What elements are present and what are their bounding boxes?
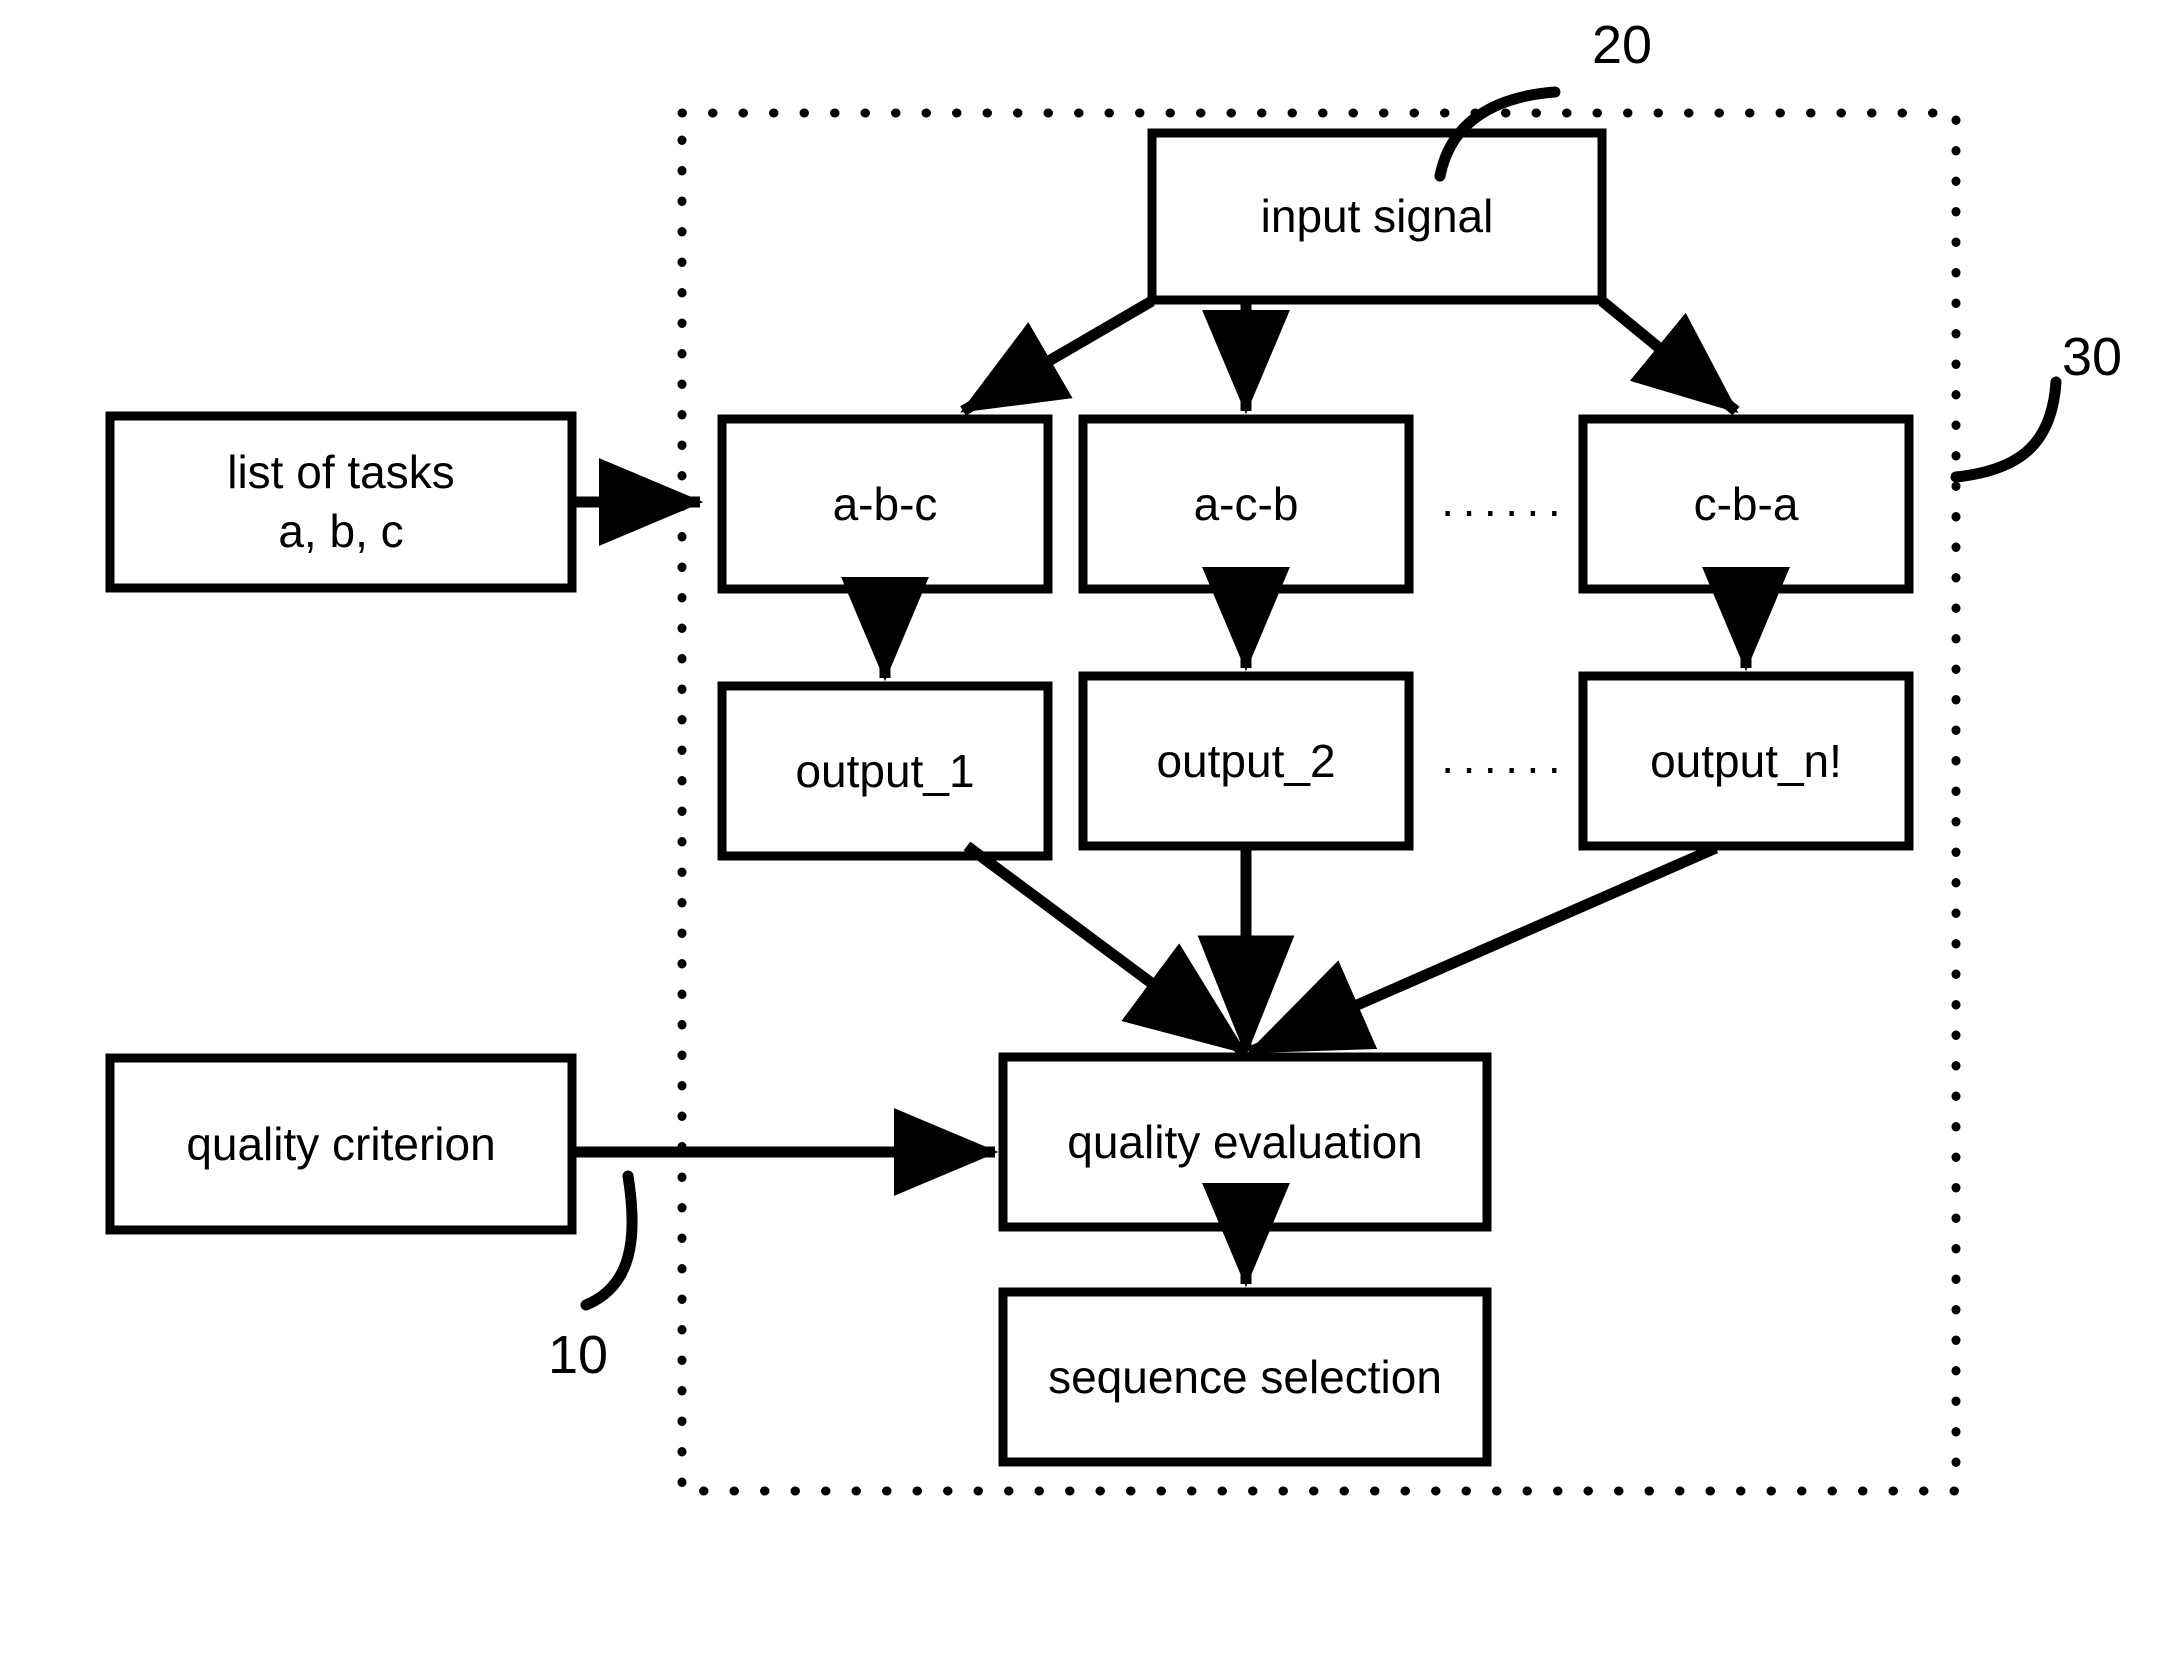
label-quality-evaluation: quality evaluation (1067, 1115, 1423, 1168)
label-output-2: output_2 (1156, 734, 1336, 787)
label-sequence-selection: sequence selection (1048, 1350, 1442, 1403)
ellipsis-outputs: ······ (1440, 741, 1568, 793)
box-quality-evaluation (998, 1052, 1492, 1232)
ellipsis-sequences: ······ (1440, 484, 1568, 536)
leader-line-30 (1950, 376, 2062, 483)
label-sequence-acb: a-c-b (1193, 477, 1299, 530)
leader-line-10 (580, 1170, 638, 1311)
box-quality-criterion (105, 1053, 577, 1235)
diagram-vector-layer (105, 86, 2062, 1496)
label-quality-criterion: quality criterion (186, 1117, 496, 1170)
box-list-of-tasks (105, 411, 577, 593)
label-output-1: output_1 (795, 744, 975, 797)
box-input-signal (1147, 128, 1607, 305)
label-sequence-abc: a-b-c (832, 477, 938, 530)
box-sequence-selection (998, 1287, 1492, 1467)
reference-numeral-20: 20 (1592, 15, 1653, 75)
arrow-output1-to-evaluation (963, 841, 1248, 1056)
label-sequence-cba: c-b-a (1693, 477, 1799, 530)
arrow-outputn-to-evaluation (1246, 842, 1719, 1057)
reference-numeral-30: 30 (2062, 327, 2123, 387)
arrow-input-to-cba (1598, 296, 1740, 416)
label-output-n: output_n! (1650, 734, 1842, 787)
reference-numeral-10: 10 (548, 1325, 609, 1385)
box-sequence-cba (1578, 414, 1914, 594)
figure-canvas: list of tasks a, b, c quality criterion … (0, 0, 2177, 1655)
arrow-input-to-abc (960, 296, 1155, 416)
box-sequence-abc (717, 414, 1053, 594)
label-list-of-tasks: list of tasks a, b, c (227, 446, 455, 557)
leader-line-20 (1434, 86, 1561, 182)
label-input-signal: input signal (1260, 190, 1494, 243)
dotted-container (677, 108, 1961, 1496)
box-output-2 (1078, 671, 1414, 851)
box-sequence-acb (1078, 414, 1414, 594)
box-output-1 (717, 681, 1053, 861)
box-output-n (1578, 671, 1914, 851)
